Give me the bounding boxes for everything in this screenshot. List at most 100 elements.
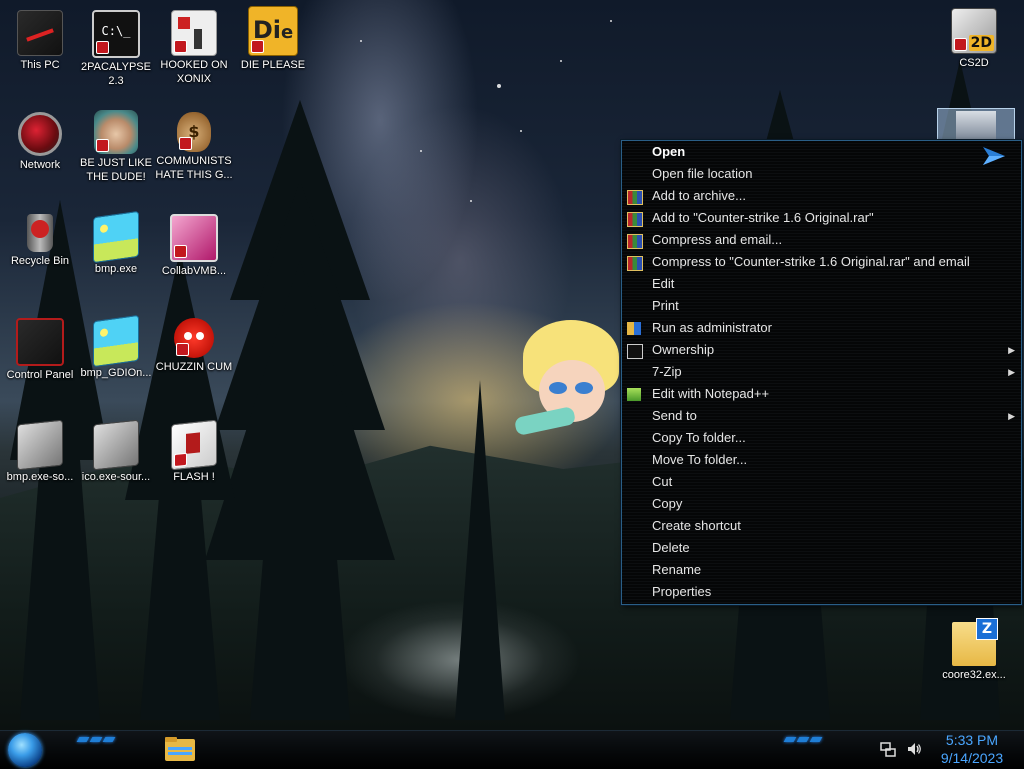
menu-item-label: Rename — [652, 562, 702, 577]
menu-item-label: Copy — [652, 496, 683, 511]
desktop-icon-cs2d[interactable]: 2D CS2D — [935, 8, 1013, 70]
terminal-icon: C:\_ — [92, 10, 140, 58]
desktop-icon-label: DIE PLEASE — [240, 59, 306, 71]
menu-item-open-file-location[interactable]: Open file location — [622, 163, 1021, 185]
desktop-icon-2pacalypse[interactable]: C:\_ 2PACALYPSE 2.3 — [77, 10, 155, 88]
this-pc-icon — [17, 10, 63, 56]
taskbar-clock[interactable]: 5:33 PM 9/14/2023 — [930, 731, 1014, 767]
image-file-icon — [93, 210, 139, 264]
menu-item-move-to-folder[interactable]: Move To folder... — [622, 449, 1021, 471]
menu-item-label: Open file location — [652, 166, 753, 181]
volume-tray-icon[interactable] — [906, 741, 922, 757]
menu-item-label: Run as administrator — [652, 320, 772, 335]
menu-item-ownership[interactable]: Ownership ▶ — [622, 339, 1021, 361]
desktop-icon-bmp-exe-source[interactable]: bmp.exe-so... — [1, 419, 79, 484]
desktop-icon-recycle-bin[interactable]: Recycle Bin — [1, 214, 79, 268]
menu-item-run-as-administrator[interactable]: Run as administrator — [622, 317, 1021, 339]
shortcut-arrow-icon — [179, 137, 192, 150]
menu-item-print[interactable]: Print — [622, 295, 1021, 317]
shortcut-arrow-icon — [174, 452, 187, 468]
menu-item-edit-with-notepad[interactable]: Edit with Notepad++ — [622, 383, 1021, 405]
menu-item-add-to-archive[interactable]: Add to archive... — [622, 185, 1021, 207]
notepad-plus-plus-icon — [627, 388, 641, 401]
desktop-icon-flash[interactable]: FLASH ! — [155, 419, 233, 484]
image-file-icon — [93, 314, 139, 368]
desktop-icon-label: coore32.ex... — [942, 669, 1006, 681]
desktop-icon-bmp-gdion[interactable]: bmp_GDIOn... — [77, 314, 155, 380]
desktop-icon-label: Control Panel — [6, 369, 74, 381]
menu-item-cut[interactable]: Cut — [622, 471, 1021, 493]
menu-item-rename[interactable]: Rename — [622, 559, 1021, 581]
network-tray-icon[interactable] — [880, 741, 896, 757]
menu-item-compress-and-email[interactable]: Compress and email... — [622, 229, 1021, 251]
menu-item-properties[interactable]: Properties — [622, 581, 1021, 603]
winrar-icon — [627, 190, 643, 205]
start-button[interactable] — [8, 733, 42, 767]
menu-item-delete[interactable]: Delete — [622, 537, 1021, 559]
cs2d-icon: 2D — [951, 8, 997, 54]
desktop-icon-hooked-on-xonix[interactable]: HOOKED ON XONIX — [155, 10, 233, 86]
generic-file-icon — [17, 419, 63, 471]
context-menu: Open Open file location Add to archive... A… — [621, 140, 1022, 605]
menu-item-label: 7-Zip — [652, 364, 682, 379]
network-globe-icon — [18, 112, 62, 156]
taskbar-decoration — [76, 737, 116, 747]
menu-item-label: Compress to "Counter-strike 1.6 Original… — [652, 254, 970, 269]
menu-item-label: Copy To folder... — [652, 430, 746, 445]
menu-item-open[interactable]: Open — [622, 141, 1021, 163]
desktop-icon-network[interactable]: Network — [1, 112, 79, 172]
desktop-icon-label: ico.exe-sour... — [81, 471, 151, 483]
desktop-icon-coore32[interactable]: Z coore32.ex... — [935, 618, 1013, 682]
desktop-icon-bmp-exe[interactable]: bmp.exe — [77, 210, 155, 276]
selected-desktop-icon[interactable] — [937, 108, 1015, 144]
menu-item-send-to[interactable]: Send to ▶ — [622, 405, 1021, 427]
winrar-icon — [627, 234, 643, 249]
shortcut-arrow-icon — [174, 245, 187, 258]
menu-item-label: Compress and email... — [652, 232, 783, 247]
desktop-icon-chuzzin-cum[interactable]: CHUZZIN CUM — [155, 318, 233, 374]
clock-time: 5:33 PM — [945, 732, 999, 748]
shortcut-arrow-icon — [96, 139, 109, 152]
die-please-icon: Die — [248, 6, 298, 56]
desktop-icon-label: 2PACALYPSE 2.3 — [81, 61, 151, 87]
menu-item-create-shortcut[interactable]: Create shortcut — [622, 515, 1021, 537]
menu-item-add-to-counter-strike-1-6-original-rar[interactable]: Add to "Counter-strike 1.6 Original.rar" — [622, 207, 1021, 229]
file-explorer-taskbar-icon[interactable] — [164, 735, 196, 763]
menu-item-label: Send to — [652, 408, 697, 423]
menu-item-compress-to-counter-strike-1-6-original-rar-and-email[interactable]: Compress to "Counter-strike 1.6 Original… — [622, 251, 1021, 273]
winrar-icon — [627, 256, 643, 271]
menu-item-label: Delete — [652, 540, 690, 555]
cartoon-character — [513, 320, 625, 440]
desktop-icon-die-please[interactable]: Die DIE PLEASE — [234, 6, 312, 72]
desktop-icon-collabvmb[interactable]: CollabVMB... — [155, 214, 233, 278]
desktop-icon-label: Network — [19, 159, 61, 171]
desktop-icon-ico-exe-source[interactable]: ico.exe-sour... — [77, 419, 155, 484]
menu-item-label: Edit with Notepad++ — [652, 386, 770, 401]
menu-item-7-zip[interactable]: 7-Zip ▶ — [622, 361, 1021, 383]
submenu-arrow-icon: ▶ — [1008, 411, 1015, 421]
menu-item-label: Print — [652, 298, 679, 313]
shortcut-arrow-icon — [96, 41, 109, 54]
desktop-icon-control-panel[interactable]: Control Panel — [1, 318, 79, 382]
control-panel-icon — [16, 318, 64, 366]
desktop-icon-communists-hate-this[interactable]: $ COMMUNISTS HATE THIS G... — [155, 112, 233, 182]
money-bag-icon: $ — [177, 112, 211, 152]
menu-item-label: Add to "Counter-strike 1.6 Original.rar" — [652, 210, 874, 225]
winrar-icon — [627, 212, 643, 227]
desktop-icon-label: CollabVMB... — [161, 265, 227, 277]
menu-item-label: Edit — [652, 276, 675, 291]
desktop-icon-this-pc[interactable]: This PC — [1, 10, 79, 72]
menu-item-copy[interactable]: Copy — [622, 493, 1021, 515]
menu-item-label: Open — [652, 144, 686, 159]
menu-item-copy-to-folder[interactable]: Copy To folder... — [622, 427, 1021, 449]
menu-item-edit[interactable]: Edit — [622, 273, 1021, 295]
system-tray — [880, 741, 922, 757]
recycle-bin-icon — [27, 214, 53, 252]
desktop-icon-label: This PC — [20, 59, 60, 71]
desktop-icon-label: COMMUNISTS HATE THIS G... — [155, 155, 233, 181]
desktop-icon-label: CS2D — [959, 57, 989, 69]
desktop-icon-be-just-like-the-dude[interactable]: BE JUST LIKE THE DUDE! — [77, 110, 155, 184]
red-fuzzball-icon — [174, 318, 214, 358]
menu-item-label: Add to archive... — [652, 188, 746, 203]
desktop-icon-label: BE JUST LIKE THE DUDE! — [80, 157, 152, 183]
